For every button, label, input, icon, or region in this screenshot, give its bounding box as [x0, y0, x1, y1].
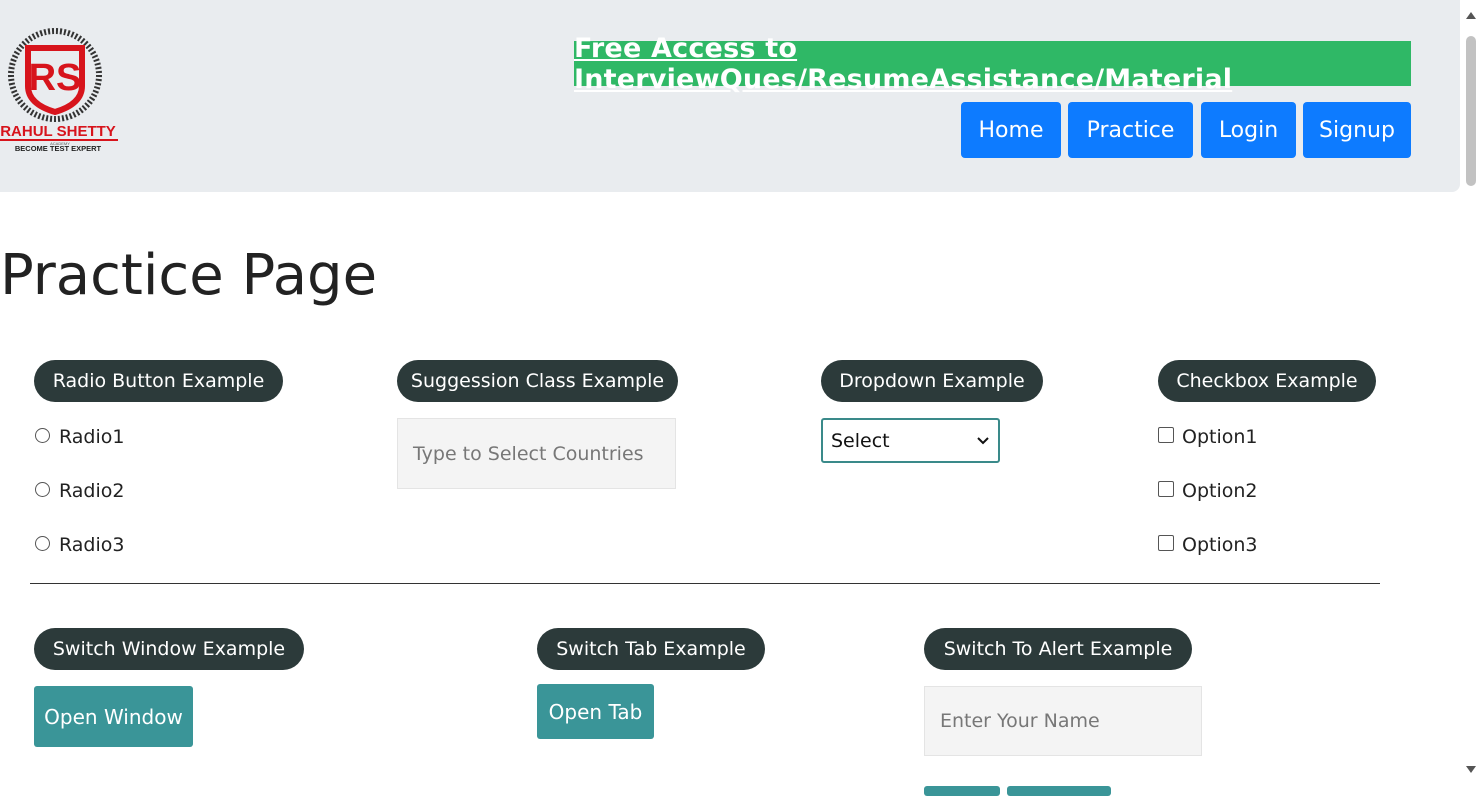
checkbox-label: Option1	[1182, 426, 1258, 448]
alert-section-title: Switch To Alert Example	[924, 628, 1192, 670]
checkbox[interactable]	[1158, 481, 1174, 497]
page-title: Practice Page	[0, 243, 378, 308]
name-input[interactable]: Enter Your Name	[924, 686, 1202, 756]
checkbox-label: Option2	[1182, 480, 1258, 502]
scrollbar-thumb[interactable]	[1466, 36, 1476, 186]
radio-button[interactable]	[35, 481, 50, 497]
nav-login-button[interactable]: Login	[1201, 102, 1296, 158]
country-autocomplete-input[interactable]: Type to Select Countries	[397, 418, 676, 489]
checkbox-option-1[interactable]: Option1	[1158, 426, 1258, 448]
checkbox-label: Option3	[1182, 534, 1258, 556]
radio-option-3[interactable]: Radio3	[35, 534, 124, 556]
promo-banner: Free Access to InterviewQues/ResumeAssis…	[574, 33, 1411, 95]
logo-tagline: BECOME TEST EXPERT	[15, 144, 102, 153]
checkbox[interactable]	[1158, 535, 1174, 551]
dropdown-select[interactable]: Select	[821, 418, 1000, 463]
radio-section-title: Radio Button Example	[34, 360, 283, 402]
logo-name: RAHUL SHETTY	[0, 123, 116, 140]
dropdown-section-title: Dropdown Example	[821, 360, 1043, 402]
radio-label: Radio3	[59, 534, 125, 556]
vertical-scrollbar[interactable]	[1460, 0, 1482, 788]
section-divider	[30, 583, 1380, 584]
radio-label: Radio1	[59, 426, 125, 448]
promo-link[interactable]: Free Access to InterviewQues/ResumeAssis…	[574, 33, 1411, 95]
site-header: RS RAHUL SHETTY ACADEMY BECOME TEST EXPE…	[0, 0, 1460, 192]
switch-window-title: Switch Window Example	[34, 628, 304, 670]
scroll-down-arrow-icon[interactable]	[1466, 766, 1476, 773]
radio-button[interactable]	[35, 427, 50, 443]
dropdown-selected-value: Select	[831, 429, 890, 452]
radio-button[interactable]	[35, 535, 50, 551]
switch-tab-title: Switch Tab Example	[537, 628, 765, 670]
nav-practice-button[interactable]: Practice	[1068, 102, 1193, 158]
open-tab-button[interactable]: Open Tab	[537, 684, 654, 739]
checkbox-section-title: Checkbox Example	[1158, 360, 1376, 402]
suggestion-section-title: Suggession Class Example	[397, 360, 678, 402]
radio-option-2[interactable]: Radio2	[35, 480, 124, 502]
nav-signup-button[interactable]: Signup	[1303, 102, 1411, 158]
checkbox-option-2[interactable]: Option2	[1158, 480, 1258, 502]
rahul-shetty-logo[interactable]: RS RAHUL SHETTY ACADEMY BECOME TEST EXPE…	[0, 18, 122, 153]
nav-home-button[interactable]: Home	[961, 102, 1061, 158]
open-window-button[interactable]: Open Window	[34, 686, 193, 747]
checkbox[interactable]	[1158, 427, 1174, 443]
scroll-up-arrow-icon[interactable]	[1466, 12, 1476, 19]
radio-option-1[interactable]: Radio1	[35, 426, 124, 448]
chevron-down-icon	[977, 436, 989, 444]
radio-label: Radio2	[59, 480, 125, 502]
logo-monogram: RS	[29, 57, 82, 99]
checkbox-option-3[interactable]: Option3	[1158, 534, 1258, 556]
